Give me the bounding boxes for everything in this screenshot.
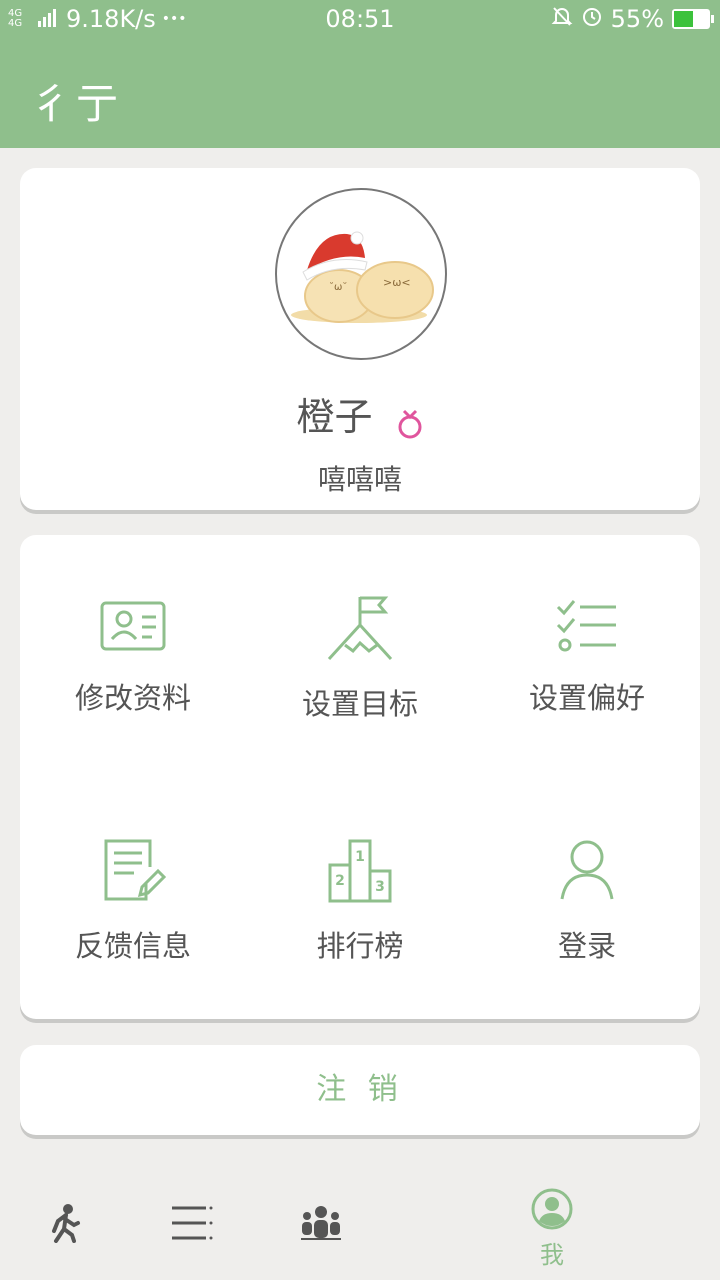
tab-community[interactable] [295, 1165, 350, 1280]
svg-text:2: 2 [335, 873, 345, 889]
battery-fill [674, 11, 693, 27]
menu-edit-profile[interactable]: 修改资料 [20, 595, 246, 775]
battery-percent: 55% [610, 5, 664, 33]
status-right: 55% [551, 5, 714, 33]
checklist-icon [474, 595, 700, 655]
avatar[interactable]: ˘ω˘ >ω< [275, 188, 447, 360]
alarm-icon [581, 5, 603, 33]
tab-list[interactable] [165, 1165, 220, 1280]
menu-feedback-label: 反馈信息 [74, 929, 191, 963]
menu-set-preference-label: 设置偏好 [528, 681, 645, 715]
female-gender-icon [396, 407, 424, 445]
menu-login-label: 登录 [557, 929, 616, 963]
bell-off-icon [551, 5, 573, 33]
menu-feedback[interactable]: 反馈信息 [20, 837, 246, 1017]
podium-icon: 12 3 [247, 837, 473, 903]
battery-icon [672, 9, 714, 29]
notepad-pencil-icon [20, 837, 246, 903]
status-bar: 4G 4G 9.18K/s ••• 08:51 55% [0, 0, 720, 40]
menu-leaderboard-label: 排行榜 [316, 929, 404, 963]
profile-card: ˘ω˘ >ω< 橙子 嘻嘻嘻 [20, 168, 700, 510]
menu-lines-icon [170, 1205, 214, 1245]
menu-card: 修改资料 设置目标 设置偏好 反馈信息 12 3 排行榜 登录 [20, 535, 700, 1019]
svg-text:>ω<: >ω< [383, 276, 411, 289]
svg-text:3: 3 [375, 879, 385, 895]
menu-set-goal-label: 设置目标 [301, 687, 418, 721]
bottom-tab-bar: 我 [0, 1165, 720, 1280]
menu-leaderboard[interactable]: 12 3 排行榜 [247, 837, 473, 1017]
tab-sport[interactable] [40, 1165, 90, 1280]
nickname-row: 橙子 [20, 386, 700, 445]
profile-card-icon [20, 595, 246, 655]
tab-me[interactable]: 我 [522, 1165, 582, 1280]
menu-set-goal[interactable]: 设置目标 [247, 595, 473, 775]
svg-text:˘ω˘: ˘ω˘ [329, 281, 347, 293]
menu-edit-profile-label: 修改资料 [74, 681, 191, 715]
user-icon [474, 837, 700, 903]
menu-login[interactable]: 登录 [474, 837, 700, 1017]
walking-person-icon [46, 1203, 82, 1247]
app-title: 彳亍 [30, 79, 123, 128]
group-icon [299, 1205, 343, 1245]
me-avatar-icon [530, 1187, 574, 1235]
nickname: 橙子 [296, 395, 373, 439]
menu-set-preference[interactable]: 设置偏好 [474, 595, 700, 775]
logout-button[interactable]: 注 销 [20, 1045, 700, 1135]
signature: 嘻嘻嘻 [317, 463, 402, 496]
svg-text:1: 1 [355, 849, 365, 865]
tab-me-label: 我 [540, 1241, 564, 1269]
app-header: 4G 4G 9.18K/s ••• 08:51 55% 彳亍 [0, 0, 720, 148]
mountain-flag-icon [247, 595, 473, 661]
